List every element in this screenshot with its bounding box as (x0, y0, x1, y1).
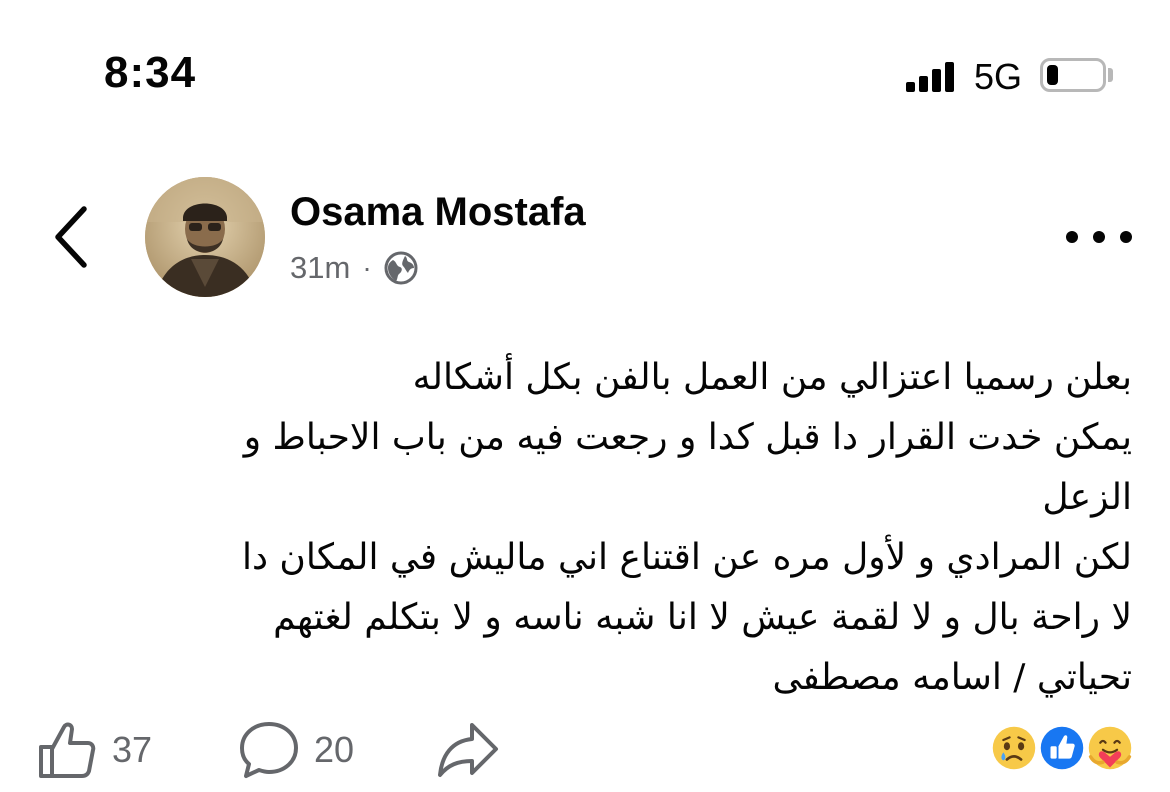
like-button[interactable]: 37 (36, 716, 152, 784)
network-label: 5G (974, 56, 1023, 97)
author-name[interactable]: Osama Mostafa (290, 190, 586, 235)
more-dot (1120, 231, 1132, 243)
like-reaction-icon (1036, 722, 1088, 774)
sad-reaction-icon (988, 722, 1040, 774)
post-line: لكن المرادي و لأول مره عن اقتناع اني مال… (241, 537, 1132, 578)
like-count: 37 (112, 729, 153, 770)
status-time: 8:34 (104, 48, 197, 97)
chevron-left-icon (55, 206, 87, 268)
more-dot (1093, 231, 1105, 243)
battery-cap (1108, 68, 1113, 82)
avatar[interactable] (145, 177, 265, 297)
post-line: تحياتي / اسامه مصطفى (772, 657, 1132, 698)
back-button[interactable] (50, 204, 94, 270)
post-line: لا راحة بال و لا لقمة عيش لا انا شبه ناس… (273, 597, 1132, 638)
signal-icon (906, 60, 956, 92)
post-text: بعلن رسميا اعتزالي من العمل بالفن بكل أش… (90, 348, 1132, 708)
share-arrow-icon (438, 723, 498, 777)
globe-icon (384, 251, 418, 285)
battery-icon (1040, 58, 1106, 92)
avatar-photo (145, 177, 265, 297)
more-options-button[interactable] (1066, 222, 1132, 252)
comment-bubble-icon (240, 722, 298, 778)
thumbs-up-icon (39, 722, 96, 778)
more-dot (1066, 231, 1078, 243)
post-line: بعلن رسميا اعتزالي من العمل بالفن بكل أش… (412, 357, 1132, 398)
meta-separator: · (362, 252, 372, 283)
share-button[interactable] (436, 716, 500, 784)
post-line: الزعل (1042, 477, 1132, 518)
comment-button[interactable]: 20 (238, 716, 354, 784)
post-meta: 31m · (290, 248, 418, 288)
post-time: 31m (290, 250, 351, 285)
reactions-summary[interactable] (988, 722, 1138, 782)
comment-count: 20 (314, 729, 355, 770)
post-line: يمكن خدت القرار دا قبل كدا و رجعت فيه من… (243, 417, 1132, 458)
care-reaction-icon (1084, 722, 1136, 774)
